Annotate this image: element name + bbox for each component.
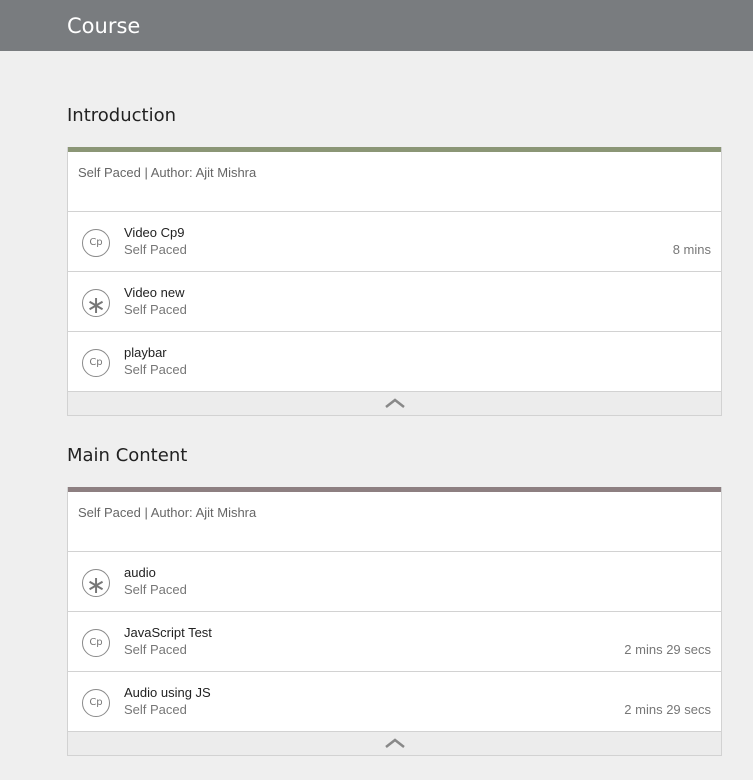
module-status: Self Paced: [124, 642, 187, 657]
section-introduction: Introduction Self Paced | Author: Ajit M…: [67, 105, 722, 416]
module-name: playbar: [124, 345, 167, 360]
module-duration: 8 mins: [672, 242, 711, 257]
module-duration: 2 mins 29 secs: [624, 642, 711, 657]
module-status: Self Paced: [124, 362, 187, 377]
asterisk-icon: ∗: [82, 289, 110, 319]
module-status: Self Paced: [124, 242, 187, 257]
top-bar: Course: [0, 0, 753, 51]
section-title: Introduction: [67, 105, 177, 126]
module-duration: 2 mins 29 secs: [624, 702, 711, 717]
module-item[interactable]: ∗ audio Self Paced: [68, 552, 721, 612]
collapse-button[interactable]: [68, 392, 721, 415]
module-status: Self Paced: [124, 582, 187, 597]
section-meta: Self Paced | Author: Ajit Mishra: [68, 492, 721, 552]
module-item[interactable]: Cp Video Cp9 Self Paced 8 mins: [68, 212, 721, 272]
captivate-icon: Cp: [82, 229, 110, 257]
module-item[interactable]: Cp playbar Self Paced: [68, 332, 721, 392]
module-item[interactable]: Cp Audio using JS Self Paced 2 mins 29 s…: [68, 672, 721, 732]
section-card: Self Paced | Author: Ajit Mishra ∗ audio…: [67, 487, 722, 756]
module-status: Self Paced: [124, 702, 187, 717]
captivate-icon: Cp: [82, 689, 110, 717]
section-main-content: Main Content Self Paced | Author: Ajit M…: [67, 445, 722, 756]
module-name: Video new: [124, 285, 185, 300]
module-name: JavaScript Test: [124, 625, 212, 640]
section-card: Self Paced | Author: Ajit Mishra Cp Vide…: [67, 147, 722, 416]
captivate-icon: Cp: [82, 349, 110, 377]
section-meta: Self Paced | Author: Ajit Mishra: [68, 152, 721, 212]
module-name: audio: [124, 565, 156, 580]
module-name: Video Cp9: [124, 225, 185, 240]
collapse-button[interactable]: [68, 732, 721, 755]
asterisk-icon: ∗: [82, 569, 110, 599]
section-title: Main Content: [67, 445, 188, 466]
module-status: Self Paced: [124, 302, 187, 317]
chevron-up-icon: [384, 738, 405, 748]
chevron-up-icon: [384, 398, 405, 408]
page-title: Course: [67, 14, 141, 38]
module-item[interactable]: ∗ Video new Self Paced: [68, 272, 721, 332]
captivate-icon: Cp: [82, 629, 110, 657]
module-item[interactable]: Cp JavaScript Test Self Paced 2 mins 29 …: [68, 612, 721, 672]
module-name: Audio using JS: [124, 685, 211, 700]
